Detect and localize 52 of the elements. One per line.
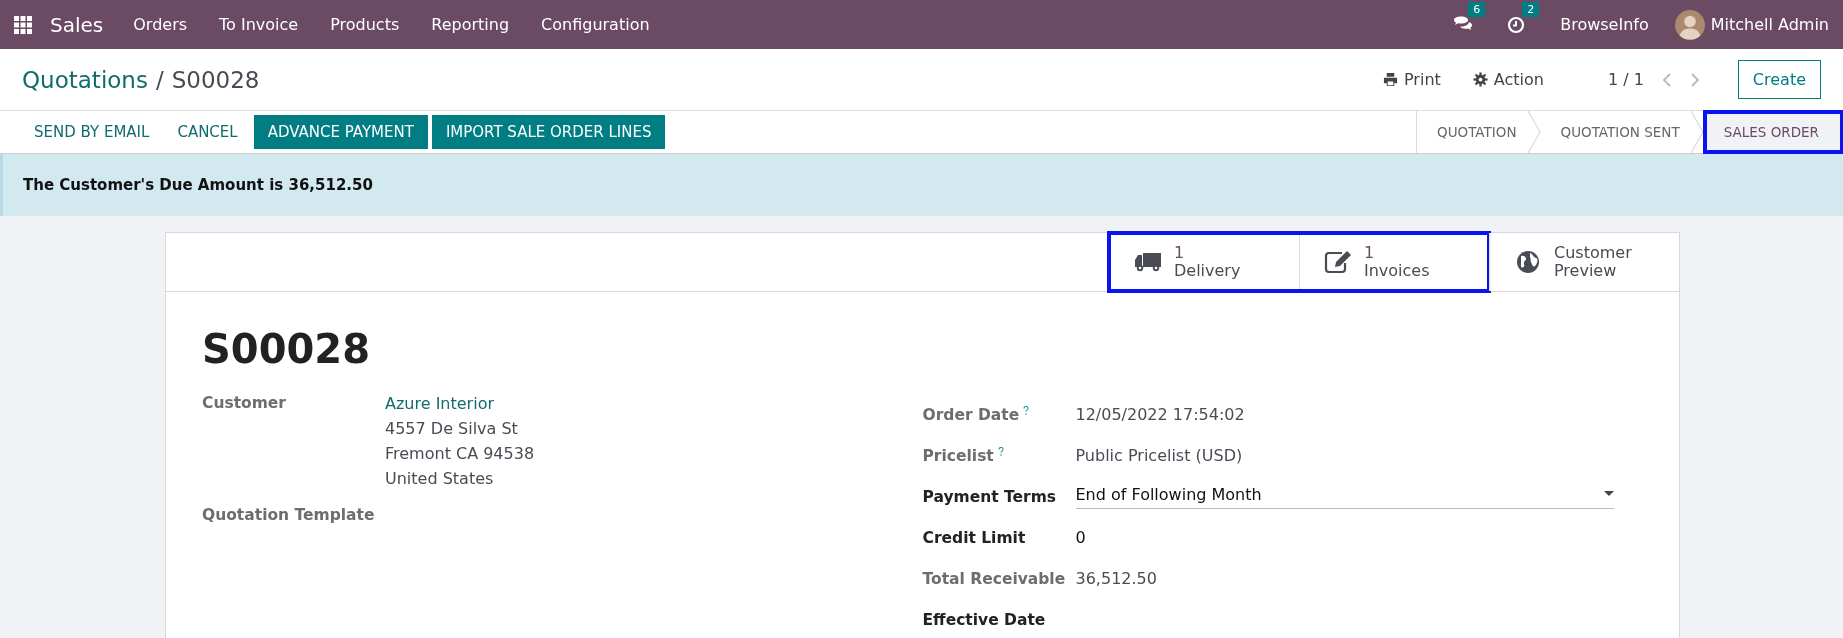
help-icon[interactable] bbox=[997, 446, 1004, 456]
globe-icon bbox=[1514, 250, 1542, 274]
field-value: 0 bbox=[1075, 528, 1086, 547]
gear-icon bbox=[1472, 72, 1488, 87]
address-line: United States bbox=[385, 469, 495, 488]
field-label: Customer bbox=[202, 394, 287, 414]
print-button[interactable]: Print bbox=[1377, 69, 1447, 90]
company-name[interactable]: BrowseInfo bbox=[1560, 15, 1649, 34]
customer-link[interactable]: Azure Interior bbox=[385, 394, 535, 413]
menu-item[interactable]: To Invoice bbox=[219, 15, 299, 34]
menu-item[interactable]: Products bbox=[330, 15, 400, 34]
clock-icon[interactable] bbox=[1506, 15, 1527, 34]
menu-item[interactable]: Configuration bbox=[541, 15, 650, 34]
alert-banner: The Customer's Due Amount is 36,512.50 bbox=[0, 154, 1843, 216]
create-button[interactable]: Create bbox=[1737, 60, 1821, 99]
action-button[interactable]: Action bbox=[1466, 69, 1550, 90]
record-title: S00028 bbox=[202, 326, 371, 372]
breadcrumb-current: S00028 bbox=[171, 66, 260, 93]
status-stage[interactable]: SALES ORDER bbox=[1703, 111, 1843, 153]
caret-icon bbox=[1603, 491, 1614, 497]
pager-value: 1 / 1 bbox=[1607, 70, 1644, 89]
field-label: Effective Date bbox=[922, 610, 1046, 629]
field-label: Quotation Template bbox=[202, 506, 376, 524]
menu-item[interactable]: Orders bbox=[133, 15, 188, 34]
payment-terms-select[interactable]: End of Following Month bbox=[1075, 484, 1614, 509]
message-count-badge: 6 bbox=[1468, 1, 1486, 17]
header-button[interactable]: SEND BY EMAIL bbox=[22, 115, 162, 149]
header-button[interactable]: IMPORT SALE ORDER LINES bbox=[431, 115, 666, 149]
field-value: Public Pricelist (USD) bbox=[1075, 446, 1243, 465]
field-label: Credit Limit bbox=[922, 528, 1026, 547]
field-label: Payment Terms bbox=[922, 487, 1057, 506]
address-line: 4557 De Silva St bbox=[385, 419, 519, 438]
field-value: 12/05/2022 17:54:02 bbox=[1075, 405, 1245, 424]
header-button[interactable]: CANCEL bbox=[165, 115, 250, 149]
truck-icon bbox=[1134, 250, 1162, 274]
breadcrumb-separator: / bbox=[155, 66, 164, 93]
apps-menu-icon[interactable] bbox=[14, 15, 32, 34]
menu-item[interactable]: Reporting bbox=[431, 15, 510, 34]
field-label: Total Receivable bbox=[922, 569, 1066, 588]
help-icon[interactable] bbox=[1023, 405, 1030, 415]
field-label: Pricelist bbox=[922, 446, 994, 465]
user-name[interactable]: Mitchell Admin bbox=[1710, 15, 1829, 34]
app-name[interactable]: Sales bbox=[50, 12, 104, 37]
printer-icon bbox=[1383, 72, 1398, 87]
address-line: Fremont CA 94538 bbox=[385, 444, 535, 463]
field-value: 36,512.50 bbox=[1075, 569, 1157, 588]
header-button[interactable]: ADVANCE PAYMENT bbox=[253, 115, 428, 149]
breadcrumb-link[interactable]: Quotations bbox=[22, 66, 148, 93]
avatar-icon[interactable] bbox=[1674, 9, 1705, 40]
activity-count-badge: 2 bbox=[1522, 1, 1540, 17]
edit-icon bbox=[1324, 250, 1352, 274]
field-label: Order Date bbox=[922, 405, 1020, 424]
